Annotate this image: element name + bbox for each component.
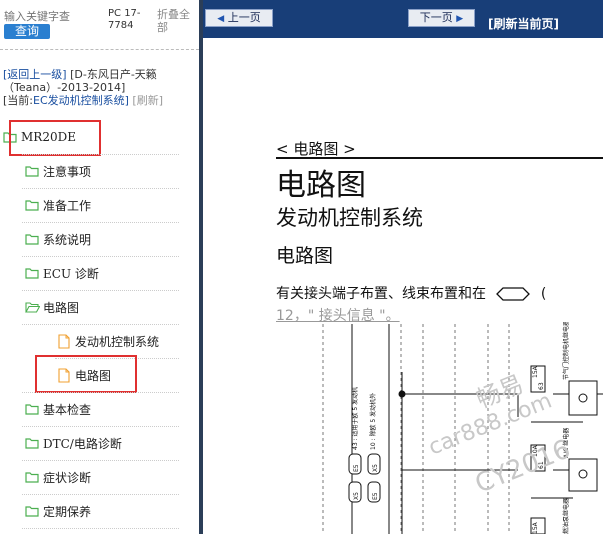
connector-e5: E5	[353, 464, 360, 472]
fuse-id: 61	[538, 461, 545, 469]
chevron-left-icon: ◀	[217, 14, 225, 24]
fuse-amp: 15A	[532, 521, 539, 534]
next-page-label: 下一页	[419, 11, 453, 24]
tree-item-ecu-diagnosis[interactable]: ECU 诊断	[25, 256, 99, 290]
paragraph-paren: (	[540, 286, 547, 302]
connector-x5: X5	[372, 464, 379, 472]
tree-item-label: 注意事项	[43, 164, 92, 179]
breadcrumb: [返回上一级] [D-东风日产-天籁（Teana）-2013-2014] [当前…	[3, 68, 197, 107]
refresh-page-button[interactable]: [刷新当前页]	[488, 15, 559, 32]
tree-item-system-description[interactable]: 系统说明	[25, 222, 91, 256]
fuse-amp: 10A	[532, 444, 539, 457]
tree-item-dtc-diagnosis[interactable]: DTC/电路诊断	[25, 426, 122, 460]
connector-e5: E5	[372, 492, 379, 500]
tree-item-periodic-maintenance[interactable]: 定期保养	[25, 494, 91, 528]
folder-icon	[25, 200, 39, 211]
search-bar: 查询 PC 17-7784 折叠全部	[0, 0, 199, 48]
sidebar: 查询 PC 17-7784 折叠全部 [返回上一级] [D-东风日产-天籁（Te…	[0, 0, 199, 534]
chevron-right-icon: ▶	[456, 14, 464, 24]
fuse-id: 63	[538, 382, 545, 390]
tree-separator	[22, 528, 179, 529]
tree-item-label: 基本检查	[43, 402, 92, 417]
relay-label: A/C 继电器	[562, 428, 570, 458]
section-label: < 电路图 >	[276, 140, 356, 158]
search-input[interactable]	[4, 8, 76, 24]
document-icon	[58, 333, 70, 349]
tree-item-engine-control-system[interactable]: 发动机控制系统	[58, 324, 159, 358]
diagram-note-eu5: 43 : 适用于欧 5 发动机	[351, 387, 359, 450]
back-link[interactable]: [返回上一级]	[3, 68, 67, 81]
highlight-box	[35, 355, 137, 393]
hexagon-connector-icon	[496, 287, 531, 301]
tree-item-label: 电路图	[43, 300, 80, 315]
paragraph-text: 有关接头端子布置、线束布置和在	[276, 286, 486, 302]
folder-icon	[25, 506, 39, 517]
tree-item-label: 定期保养	[43, 504, 92, 519]
section-rule	[276, 157, 603, 159]
pc-code: PC 17-7784	[108, 8, 141, 31]
folder-open-icon	[25, 302, 40, 313]
tree-item-label: 症状诊断	[43, 470, 92, 485]
connector-x5: X5	[353, 492, 360, 500]
current-prefix: [当前:	[3, 94, 33, 107]
tree-item-label: 准备工作	[43, 198, 92, 213]
folder-icon	[25, 268, 39, 279]
tree-item-precautions[interactable]: 注意事项	[25, 154, 91, 188]
section-heading: 电路图	[276, 245, 334, 267]
toolbar: ◀ 上一页 下一页 ▶ [刷新当前页]	[203, 0, 603, 38]
folder-icon	[25, 472, 39, 483]
diagram-note-non-eu5: 10 : 除欧 5 发动机外	[369, 393, 377, 450]
tree-item-label: DTC/电路诊断	[43, 436, 122, 451]
paragraph: 有关接头端子布置、线束布置和在 (	[276, 283, 546, 303]
next-page-button[interactable]: 下一页 ▶	[408, 9, 475, 27]
collapse-all-button[interactable]: 折叠全部	[157, 8, 197, 34]
tree-item-label: ECU 诊断	[43, 266, 99, 281]
fuse-amp: 15A	[532, 365, 539, 378]
tree-item-wiring-diagram[interactable]: 电路图	[25, 290, 79, 324]
relay-label: 节气门控制电机继电器	[562, 322, 570, 380]
wiring-diagram: 43 : 适用于欧 5 发动机 10 : 除欧 5 发动机外 E5 X5 X5 …	[322, 322, 603, 534]
folder-icon	[25, 234, 39, 245]
refresh-link[interactable]: [刷新]	[132, 94, 163, 107]
page-subtitle: 发动机控制系统	[276, 206, 423, 230]
folder-icon	[25, 166, 39, 177]
current-system: EC发动机控制系统]	[33, 94, 129, 107]
divider	[0, 49, 199, 50]
search-button[interactable]: 查询	[4, 24, 50, 39]
prev-page-button[interactable]: ◀ 上一页	[205, 9, 273, 27]
page-title: 电路图	[276, 168, 366, 203]
tree-item-preparation[interactable]: 准备工作	[25, 188, 91, 222]
relay-label: 燃油泵继电器	[562, 498, 570, 534]
document-viewer: ◀ 上一页 下一页 ▶ [刷新当前页] < 电路图 > 电路图 发动机控制系统 …	[203, 0, 603, 534]
tree-item-label: 发动机控制系统	[75, 334, 160, 349]
highlight-box	[9, 120, 101, 156]
tree-item-label: 系统说明	[43, 232, 92, 247]
tree-item-symptom-diagnosis[interactable]: 症状诊断	[25, 460, 91, 494]
tree-item-basic-inspection[interactable]: 基本检查	[25, 392, 91, 426]
folder-icon	[25, 438, 39, 449]
prev-page-label: 上一页	[227, 11, 261, 24]
folder-icon	[25, 404, 39, 415]
